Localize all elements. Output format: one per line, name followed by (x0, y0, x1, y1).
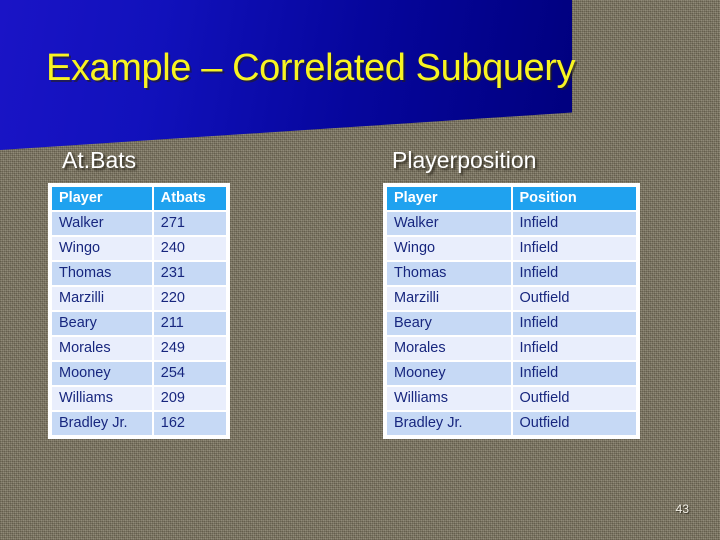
cell-player: Bradley Jr. (52, 412, 152, 435)
cell-player: Morales (52, 337, 152, 360)
table-row: Bradley Jr. Outfield (387, 412, 636, 435)
table-row: Thomas 231 (52, 262, 226, 285)
column-header-0: Player (52, 187, 152, 210)
cell-player: Mooney (387, 362, 511, 385)
table-row: Williams Outfield (387, 387, 636, 410)
cell-player: Morales (387, 337, 511, 360)
table-row: Mooney 254 (52, 362, 226, 385)
cell-value: 209 (153, 387, 226, 410)
cell-player: Mooney (52, 362, 152, 385)
table-atbats-header: Player Atbats (52, 187, 226, 210)
column-header-1: Atbats (153, 187, 226, 210)
cell-value: Infield (512, 262, 636, 285)
cell-value: Infield (512, 312, 636, 335)
page-number: 43 (675, 502, 689, 516)
cell-player: Thomas (387, 262, 511, 285)
cell-value: Infield (512, 212, 636, 235)
column-header-1: Position (512, 187, 636, 210)
cell-value: 240 (153, 237, 226, 260)
table-row: Beary Infield (387, 312, 636, 335)
table-row: Marzilli Outfield (387, 287, 636, 310)
cell-value: 211 (153, 312, 226, 335)
cell-player: Marzilli (52, 287, 152, 310)
column-header-0: Player (387, 187, 511, 210)
table-atbats-container: Player Atbats Walker 271 Wingo 240 Thomas 231 M… (48, 183, 230, 439)
table-row: Mooney Infield (387, 362, 636, 385)
cell-player: Wingo (387, 237, 511, 260)
table-row: Walker 271 (52, 212, 226, 235)
table-playerposition-container: Player Position Walker Infield Wingo Infield… (383, 183, 640, 439)
table-row: Beary 211 (52, 312, 226, 335)
table-atbats: Player Atbats Walker 271 Wingo 240 Thomas 231 M… (50, 185, 228, 437)
cell-value: 162 (153, 412, 226, 435)
cell-player: Wingo (52, 237, 152, 260)
table-row: Bradley Jr. 162 (52, 412, 226, 435)
table-row: Morales Infield (387, 337, 636, 360)
cell-player: Walker (387, 212, 511, 235)
cell-player: Williams (52, 387, 152, 410)
cell-player: Thomas (52, 262, 152, 285)
table-header-row: Player Position (387, 187, 636, 210)
cell-player: Marzilli (387, 287, 511, 310)
table-row: Wingo 240 (52, 237, 226, 260)
cell-value: Infield (512, 337, 636, 360)
cell-value: Outfield (512, 412, 636, 435)
table-row: Morales 249 (52, 337, 226, 360)
caption-playerposition: Playerposition (392, 147, 537, 173)
cell-player: Beary (387, 312, 511, 335)
cell-value: Outfield (512, 287, 636, 310)
table-atbats-body: Walker 271 Wingo 240 Thomas 231 Marzilli 220 Bea… (52, 212, 226, 435)
slide-canvas: Example – Correlated Subquery At.Bats Pl… (0, 0, 720, 540)
caption-atbats: At.Bats (62, 147, 137, 173)
cell-value: 254 (153, 362, 226, 385)
cell-value: Infield (512, 237, 636, 260)
cell-value: Outfield (512, 387, 636, 410)
cell-player: Beary (52, 312, 152, 335)
cell-player: Walker (52, 212, 152, 235)
table-row: Walker Infield (387, 212, 636, 235)
cell-value: 231 (153, 262, 226, 285)
cell-value: 220 (153, 287, 226, 310)
cell-player: Williams (387, 387, 511, 410)
table-playerposition-header: Player Position (387, 187, 636, 210)
table-row: Wingo Infield (387, 237, 636, 260)
table-row: Williams 209 (52, 387, 226, 410)
table-header-row: Player Atbats (52, 187, 226, 210)
table-playerposition: Player Position Walker Infield Wingo Infield… (385, 185, 638, 437)
cell-value: 249 (153, 337, 226, 360)
table-playerposition-body: Walker Infield Wingo Infield Thomas Infield Ma… (387, 212, 636, 435)
cell-value: Infield (512, 362, 636, 385)
cell-value: 271 (153, 212, 226, 235)
cell-player: Bradley Jr. (387, 412, 511, 435)
page-title: Example – Correlated Subquery (46, 47, 576, 89)
table-row: Thomas Infield (387, 262, 636, 285)
table-row: Marzilli 220 (52, 287, 226, 310)
